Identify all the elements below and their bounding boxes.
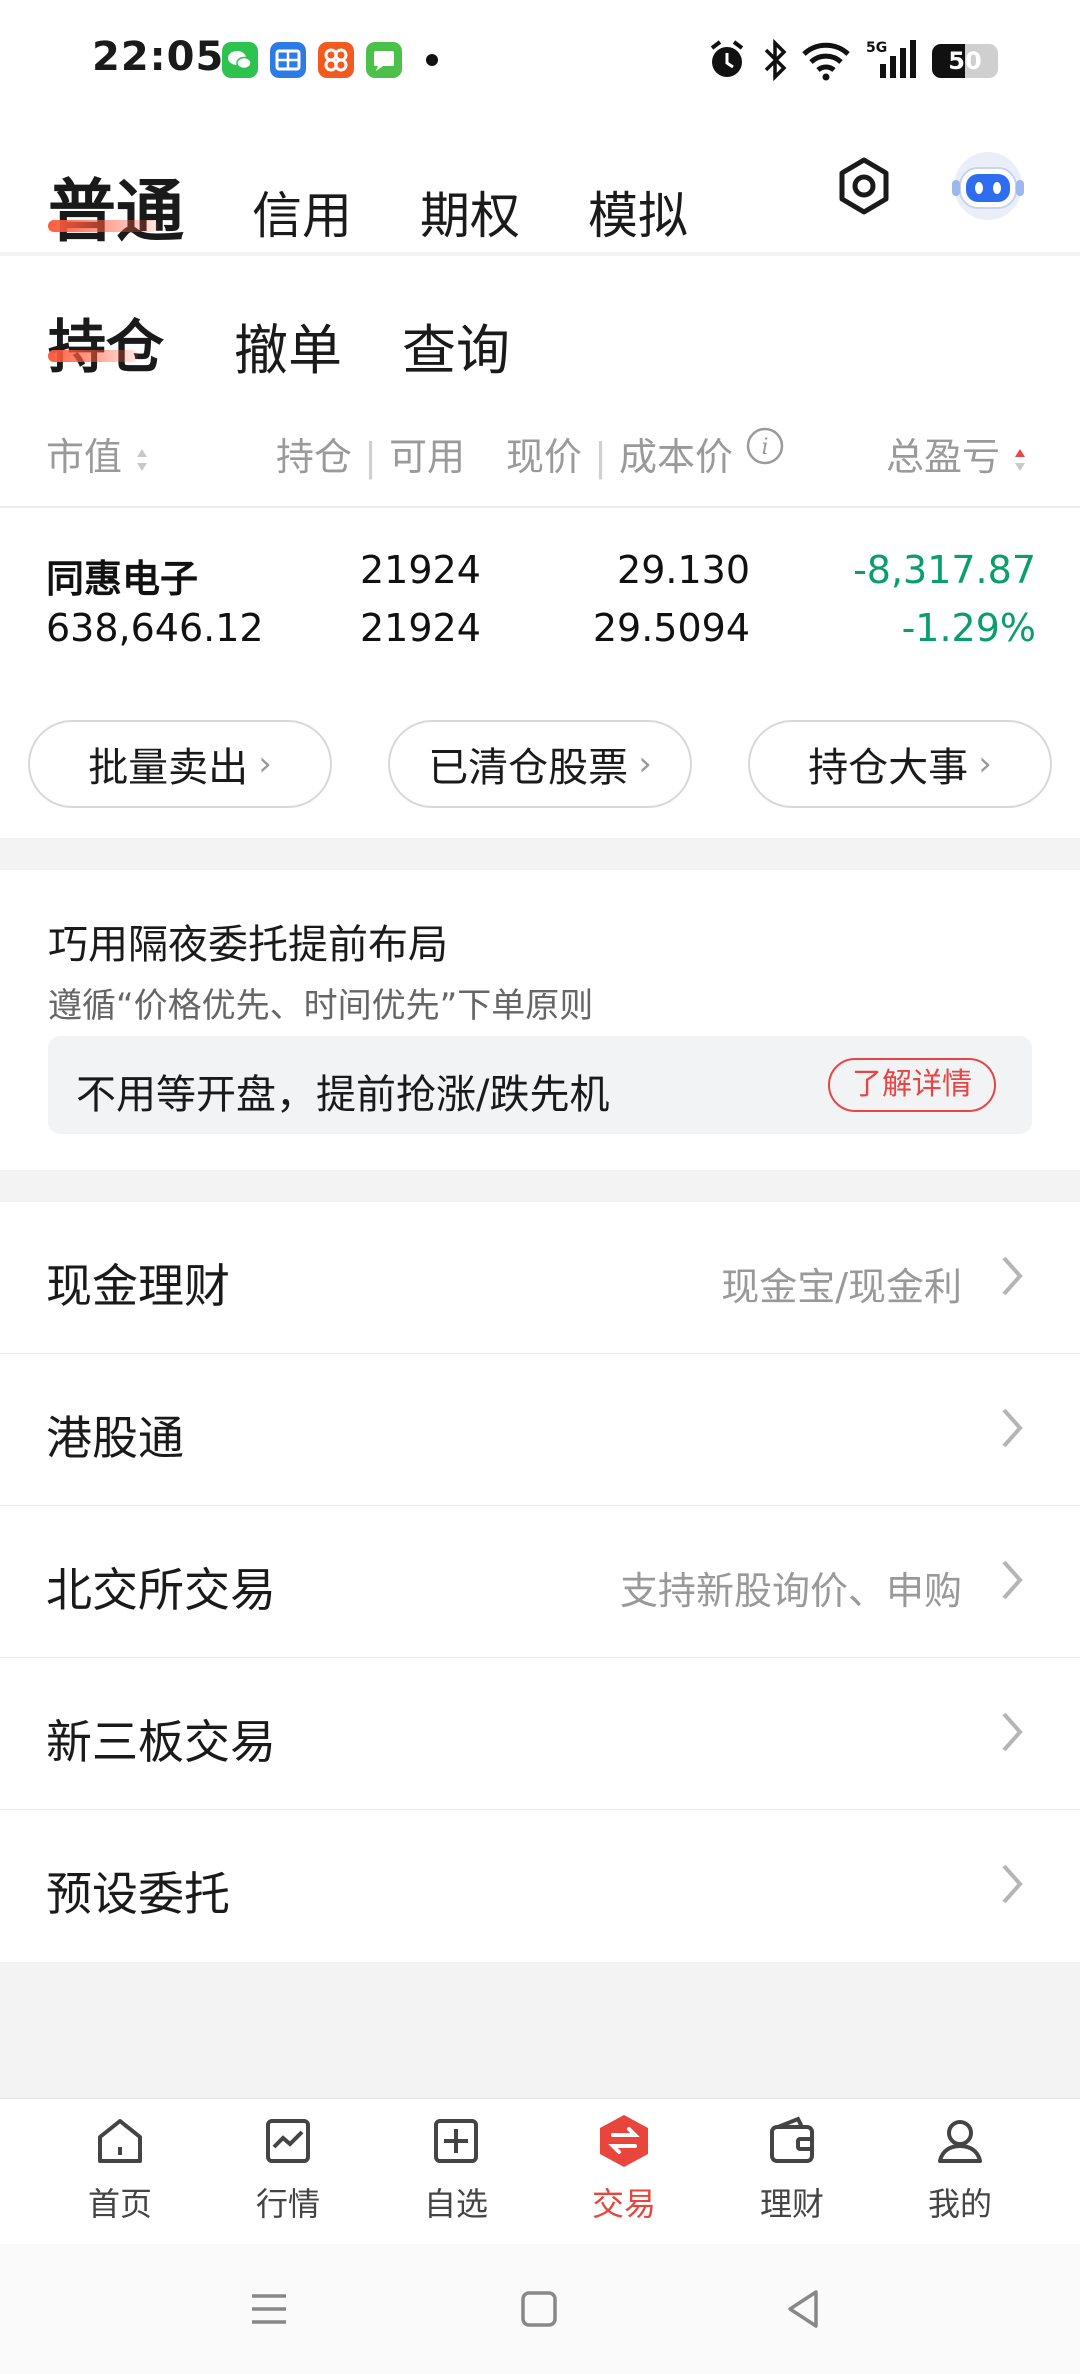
bottom-navigation: 首页 行情 自选 交易 理财 我的 bbox=[0, 2098, 1080, 2244]
menu-neeq-trading[interactable]: 新三板交易 bbox=[0, 1658, 1080, 1810]
sort-desc-icon bbox=[1015, 448, 1026, 471]
tab-simulation[interactable]: 模拟 bbox=[588, 176, 688, 248]
chevron-right-icon bbox=[1002, 1712, 1023, 1752]
wallet-icon bbox=[770, 2116, 814, 2163]
status-bar: 22:05 5G 50 bbox=[0, 0, 1080, 120]
nav-market[interactable]: 行情 bbox=[218, 2113, 358, 2225]
promo-banner-text: 不用等开盘，提前抢涨/跌先机 bbox=[76, 1072, 610, 1118]
chevron-right-icon bbox=[1002, 1560, 1023, 1600]
bluetooth-icon bbox=[764, 38, 787, 82]
divider bbox=[0, 506, 1080, 508]
tab-normal[interactable]: 普通 bbox=[48, 156, 184, 255]
tab-query[interactable]: 查询 bbox=[402, 306, 510, 385]
header-price-cost: 现价 | 成本价 i bbox=[506, 426, 785, 481]
alarm-icon bbox=[710, 40, 744, 77]
app-yan-icon bbox=[270, 42, 306, 78]
stock-cost: 29.5094 bbox=[592, 606, 750, 650]
wifi-icon bbox=[802, 42, 850, 81]
stock-pnl: -8,317.87 bbox=[853, 548, 1036, 592]
account-type-tabs: 普通 信用 期权 模拟 bbox=[0, 150, 1080, 252]
header-position-available: 持仓 | 可用 bbox=[276, 435, 466, 479]
system-navigation-bar bbox=[0, 2244, 1080, 2374]
promo-title: 巧用隔夜委托提前布局 bbox=[48, 922, 448, 968]
info-icon[interactable]: i bbox=[745, 426, 785, 466]
status-time: 22:05 bbox=[92, 34, 225, 80]
stock-position: 21924 bbox=[360, 548, 481, 592]
battery-level: 50 bbox=[948, 47, 982, 75]
section-gap bbox=[0, 1170, 1080, 1202]
chevron-right-icon: › bbox=[638, 744, 652, 784]
chart-icon bbox=[266, 2119, 310, 2163]
chevron-right-icon: › bbox=[258, 744, 272, 784]
tab-credit[interactable]: 信用 bbox=[252, 176, 352, 248]
5g-signal-icon: 5G bbox=[866, 40, 916, 78]
active-tab-underline bbox=[48, 220, 158, 232]
section-gap bbox=[0, 838, 1080, 870]
svg-text:i: i bbox=[762, 435, 769, 460]
home-icon bbox=[98, 2119, 142, 2163]
add-square-icon bbox=[434, 2119, 478, 2163]
stock-available: 21924 bbox=[360, 606, 481, 650]
nav-watchlist[interactable]: 自选 bbox=[386, 2113, 526, 2225]
bottom-gray-area bbox=[0, 1962, 1080, 2098]
menu-bse-trading[interactable]: 北交所交易 支持新股询价、申购 bbox=[0, 1506, 1080, 1658]
menu-icon[interactable] bbox=[248, 2288, 290, 2330]
stock-name: 同惠电子 bbox=[46, 557, 199, 601]
sort-icon bbox=[137, 448, 148, 471]
message-icon bbox=[366, 42, 402, 78]
nav-profile[interactable]: 我的 bbox=[890, 2113, 1030, 2225]
stock-pnl-pct: -1.29% bbox=[901, 606, 1036, 650]
promo-subtitle: 遵循“价格优先、时间优先”下单原则 bbox=[48, 986, 594, 1026]
nav-home[interactable]: 首页 bbox=[50, 2113, 190, 2225]
learn-more-button[interactable]: 了解详情 bbox=[828, 1058, 996, 1112]
menu-hk-connect[interactable]: 港股通 bbox=[0, 1354, 1080, 1506]
stock-price: 29.130 bbox=[617, 548, 750, 592]
tab-cancel-order[interactable]: 撤单 bbox=[234, 306, 342, 385]
menu-cash-management[interactable]: 现金理财 现金宝/现金利 bbox=[0, 1202, 1080, 1354]
notification-dot bbox=[426, 54, 438, 66]
sub-tab-underline bbox=[48, 350, 138, 362]
chevron-right-icon: › bbox=[978, 744, 992, 784]
cleared-stocks-button[interactable]: 已清仓股票 › bbox=[388, 720, 692, 808]
settings-icon[interactable] bbox=[832, 154, 896, 218]
promo-banner[interactable]: 不用等开盘，提前抢涨/跌先机 了解详情 bbox=[48, 1036, 1032, 1134]
home-square-icon[interactable] bbox=[518, 2288, 560, 2330]
app-orange-icon bbox=[318, 42, 354, 78]
header-market-value[interactable]: 市值 bbox=[46, 426, 150, 481]
stock-market-value: 638,646.12 bbox=[46, 606, 264, 650]
nav-trade[interactable]: 交易 bbox=[554, 2113, 694, 2225]
svg-text:5G: 5G bbox=[866, 40, 887, 56]
nav-finance[interactable]: 理财 bbox=[722, 2113, 862, 2225]
trade-exchange-icon bbox=[600, 2115, 648, 2167]
batch-sell-button[interactable]: 批量卖出 › bbox=[28, 720, 332, 808]
tab-options[interactable]: 期权 bbox=[420, 176, 520, 248]
robot-assistant-icon[interactable] bbox=[946, 146, 1030, 226]
chevron-right-icon bbox=[1002, 1256, 1023, 1296]
battery-icon: 50 bbox=[932, 44, 998, 78]
wechat-icon bbox=[222, 42, 258, 78]
chevron-right-icon bbox=[1002, 1408, 1023, 1448]
tab-holdings[interactable]: 持仓 bbox=[48, 300, 164, 384]
back-icon[interactable] bbox=[782, 2286, 824, 2332]
separator bbox=[0, 252, 1080, 256]
menu-preset-orders[interactable]: 预设委托 bbox=[0, 1810, 1080, 1962]
profile-icon bbox=[938, 2120, 982, 2163]
header-total-pnl[interactable]: 总盈亏 bbox=[886, 426, 1028, 481]
holding-events-button[interactable]: 持仓大事 › bbox=[748, 720, 1052, 808]
chevron-right-icon bbox=[1002, 1864, 1023, 1904]
